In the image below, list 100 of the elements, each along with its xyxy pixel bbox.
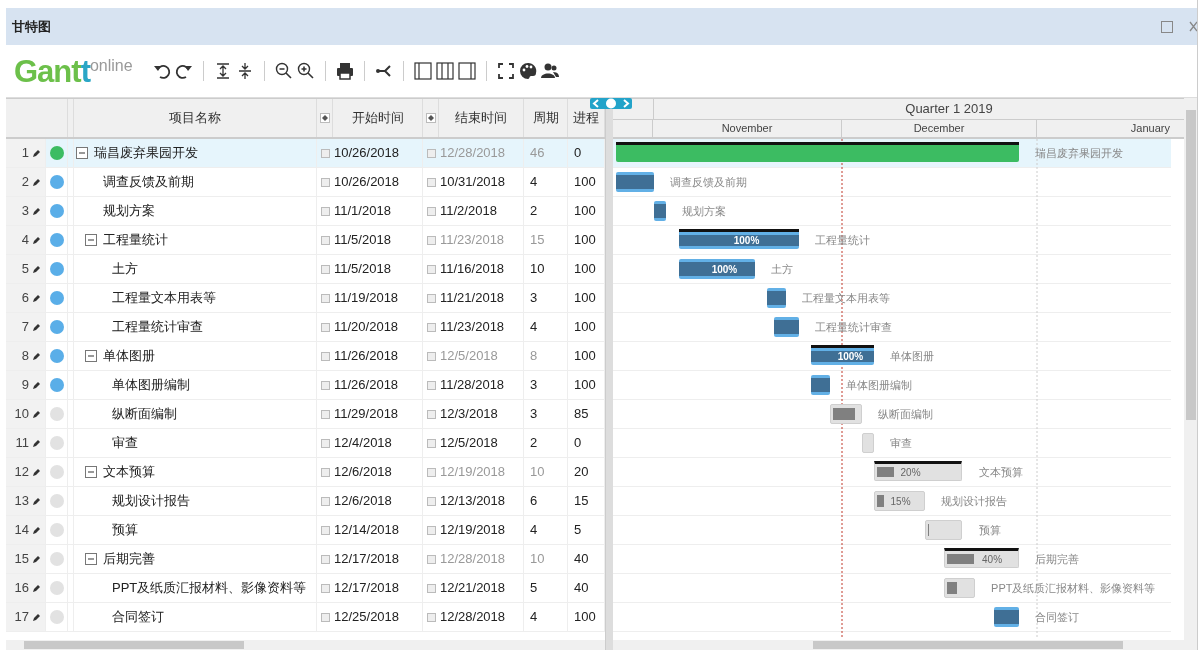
table-row[interactable]: 7 工程量统计审查 11/20/2018 11/23/2018 4 100 <box>6 313 605 342</box>
checkbox[interactable] <box>321 235 330 245</box>
table-row[interactable]: 5 土方 11/5/2018 11/16/2018 10 100 <box>6 255 605 284</box>
checkbox[interactable] <box>321 206 330 216</box>
edit-icon[interactable] <box>32 525 41 535</box>
edit-icon[interactable] <box>32 148 41 158</box>
checkbox[interactable] <box>427 554 436 564</box>
collapse-toggle[interactable] <box>85 350 97 362</box>
checkbox[interactable] <box>321 525 330 535</box>
horizontal-scrollbar[interactable] <box>6 640 605 650</box>
collapse-toggle[interactable] <box>76 147 88 159</box>
edit-icon[interactable] <box>32 496 41 506</box>
table-row[interactable]: 13 规划设计报告 12/6/2018 12/13/2018 6 15 <box>6 487 605 516</box>
users-icon[interactable] <box>539 61 560 81</box>
checkbox[interactable] <box>427 235 436 245</box>
checkbox[interactable] <box>321 554 330 564</box>
left-panel-icon[interactable] <box>412 61 433 81</box>
checkbox[interactable] <box>427 496 436 506</box>
table-row[interactable]: 14 预算 12/14/2018 12/19/2018 4 5 <box>6 516 605 545</box>
checkbox[interactable] <box>321 583 330 593</box>
horizontal-scrollbar[interactable] <box>613 640 1197 650</box>
checkbox[interactable] <box>321 351 330 361</box>
edit-icon[interactable] <box>32 612 41 622</box>
edit-icon[interactable] <box>32 177 41 187</box>
summary-bar[interactable]: 20% <box>874 461 963 481</box>
close-icon[interactable] <box>1189 20 1197 33</box>
vertical-scrollbar[interactable] <box>1184 98 1197 640</box>
task-bar[interactable] <box>616 172 654 192</box>
checkbox[interactable] <box>321 322 330 332</box>
edit-icon[interactable] <box>32 438 41 448</box>
maximize-icon[interactable] <box>1161 20 1173 33</box>
checkbox[interactable] <box>427 467 436 477</box>
checkbox[interactable] <box>427 612 436 622</box>
edit-icon[interactable] <box>32 293 41 303</box>
table-row[interactable]: 3 规划方案 11/1/2018 11/2/2018 2 100 <box>6 197 605 226</box>
table-row[interactable]: 17 合同签订 12/25/2018 12/28/2018 4 100 <box>6 603 605 632</box>
table-row[interactable]: 15 后期完善 12/17/2018 12/28/2018 10 40 <box>6 545 605 574</box>
table-row[interactable]: 11 审查 12/4/2018 12/5/2018 2 0 <box>6 429 605 458</box>
column-header[interactable]: 项目名称 <box>74 99 317 137</box>
print-icon[interactable] <box>334 61 355 81</box>
task-bar[interactable]: 100% <box>679 259 755 279</box>
task-bar[interactable]: 15% <box>874 491 925 511</box>
table-row[interactable]: 6 工程量文本用表等 11/19/2018 11/21/2018 3 100 <box>6 284 605 313</box>
checkbox[interactable] <box>321 438 330 448</box>
task-bar[interactable] <box>943 578 976 598</box>
right-panel-icon[interactable] <box>456 61 477 81</box>
table-row[interactable]: 9 单体图册编制 11/26/2018 11/28/2018 3 100 <box>6 371 605 400</box>
summary-bar[interactable] <box>616 142 1020 162</box>
checkbox[interactable] <box>321 177 330 187</box>
task-bar[interactable] <box>994 607 1020 627</box>
collapse-toggle[interactable] <box>85 553 97 565</box>
task-bar[interactable] <box>773 317 799 337</box>
column-header[interactable]: 结束时间 <box>439 99 524 137</box>
palette-icon[interactable] <box>517 61 538 81</box>
checkbox[interactable] <box>427 206 436 216</box>
checkbox[interactable] <box>427 380 436 390</box>
table-row[interactable]: 4 工程量统计 11/5/2018 11/23/2018 15 100 <box>6 226 605 255</box>
edit-icon[interactable] <box>32 583 41 593</box>
fullscreen-icon[interactable] <box>495 61 516 81</box>
checkbox[interactable] <box>427 409 436 419</box>
checkbox[interactable] <box>427 264 436 274</box>
zoom-out-icon[interactable] <box>273 61 294 81</box>
task-bar[interactable] <box>830 404 862 424</box>
diamond-icon[interactable] <box>319 113 330 123</box>
checkbox[interactable] <box>321 148 330 158</box>
edit-icon[interactable] <box>32 322 41 332</box>
checkbox[interactable] <box>321 264 330 274</box>
checkbox[interactable] <box>321 612 330 622</box>
table-row[interactable]: 10 纵断面编制 11/29/2018 12/3/2018 3 85 <box>6 400 605 429</box>
zoom-in-icon[interactable] <box>295 61 316 81</box>
task-bar[interactable] <box>653 201 667 221</box>
collapse-toggle[interactable] <box>85 466 97 478</box>
split-panel-icon[interactable] <box>434 61 455 81</box>
edit-icon[interactable] <box>32 380 41 390</box>
summary-bar[interactable]: 100% <box>679 229 799 249</box>
table-row[interactable]: 1 瑞昌废弃果园开发 10/26/2018 12/28/2018 46 0 <box>6 139 605 168</box>
column-header[interactable]: 开始时间 <box>333 99 423 137</box>
checkbox[interactable] <box>427 583 436 593</box>
edit-icon[interactable] <box>32 409 41 419</box>
checkbox[interactable] <box>427 322 436 332</box>
edit-icon[interactable] <box>32 554 41 564</box>
checkbox[interactable] <box>321 409 330 419</box>
table-row[interactable]: 8 单体图册 11/26/2018 12/5/2018 8 100 <box>6 342 605 371</box>
edit-icon[interactable] <box>32 467 41 477</box>
checkbox[interactable] <box>427 177 436 187</box>
edit-icon[interactable] <box>32 351 41 361</box>
checkbox[interactable] <box>427 525 436 535</box>
summary-bar[interactable]: 100% <box>811 345 875 365</box>
task-bar[interactable] <box>767 288 787 308</box>
checkbox[interactable] <box>321 496 330 506</box>
checkbox[interactable] <box>427 293 436 303</box>
edit-icon[interactable] <box>32 235 41 245</box>
table-row[interactable]: 12 文本预算 12/6/2018 12/19/2018 10 20 <box>6 458 605 487</box>
task-bar[interactable] <box>811 375 831 395</box>
collapse-toggle[interactable] <box>85 234 97 246</box>
edit-icon[interactable] <box>32 264 41 274</box>
checkbox[interactable] <box>321 293 330 303</box>
checkbox[interactable] <box>427 148 436 158</box>
table-row[interactable]: 16 PPT及纸质汇报材料、影像资料等 12/17/2018 12/21/2018 5 40 <box>6 574 605 603</box>
checkbox[interactable] <box>427 438 436 448</box>
